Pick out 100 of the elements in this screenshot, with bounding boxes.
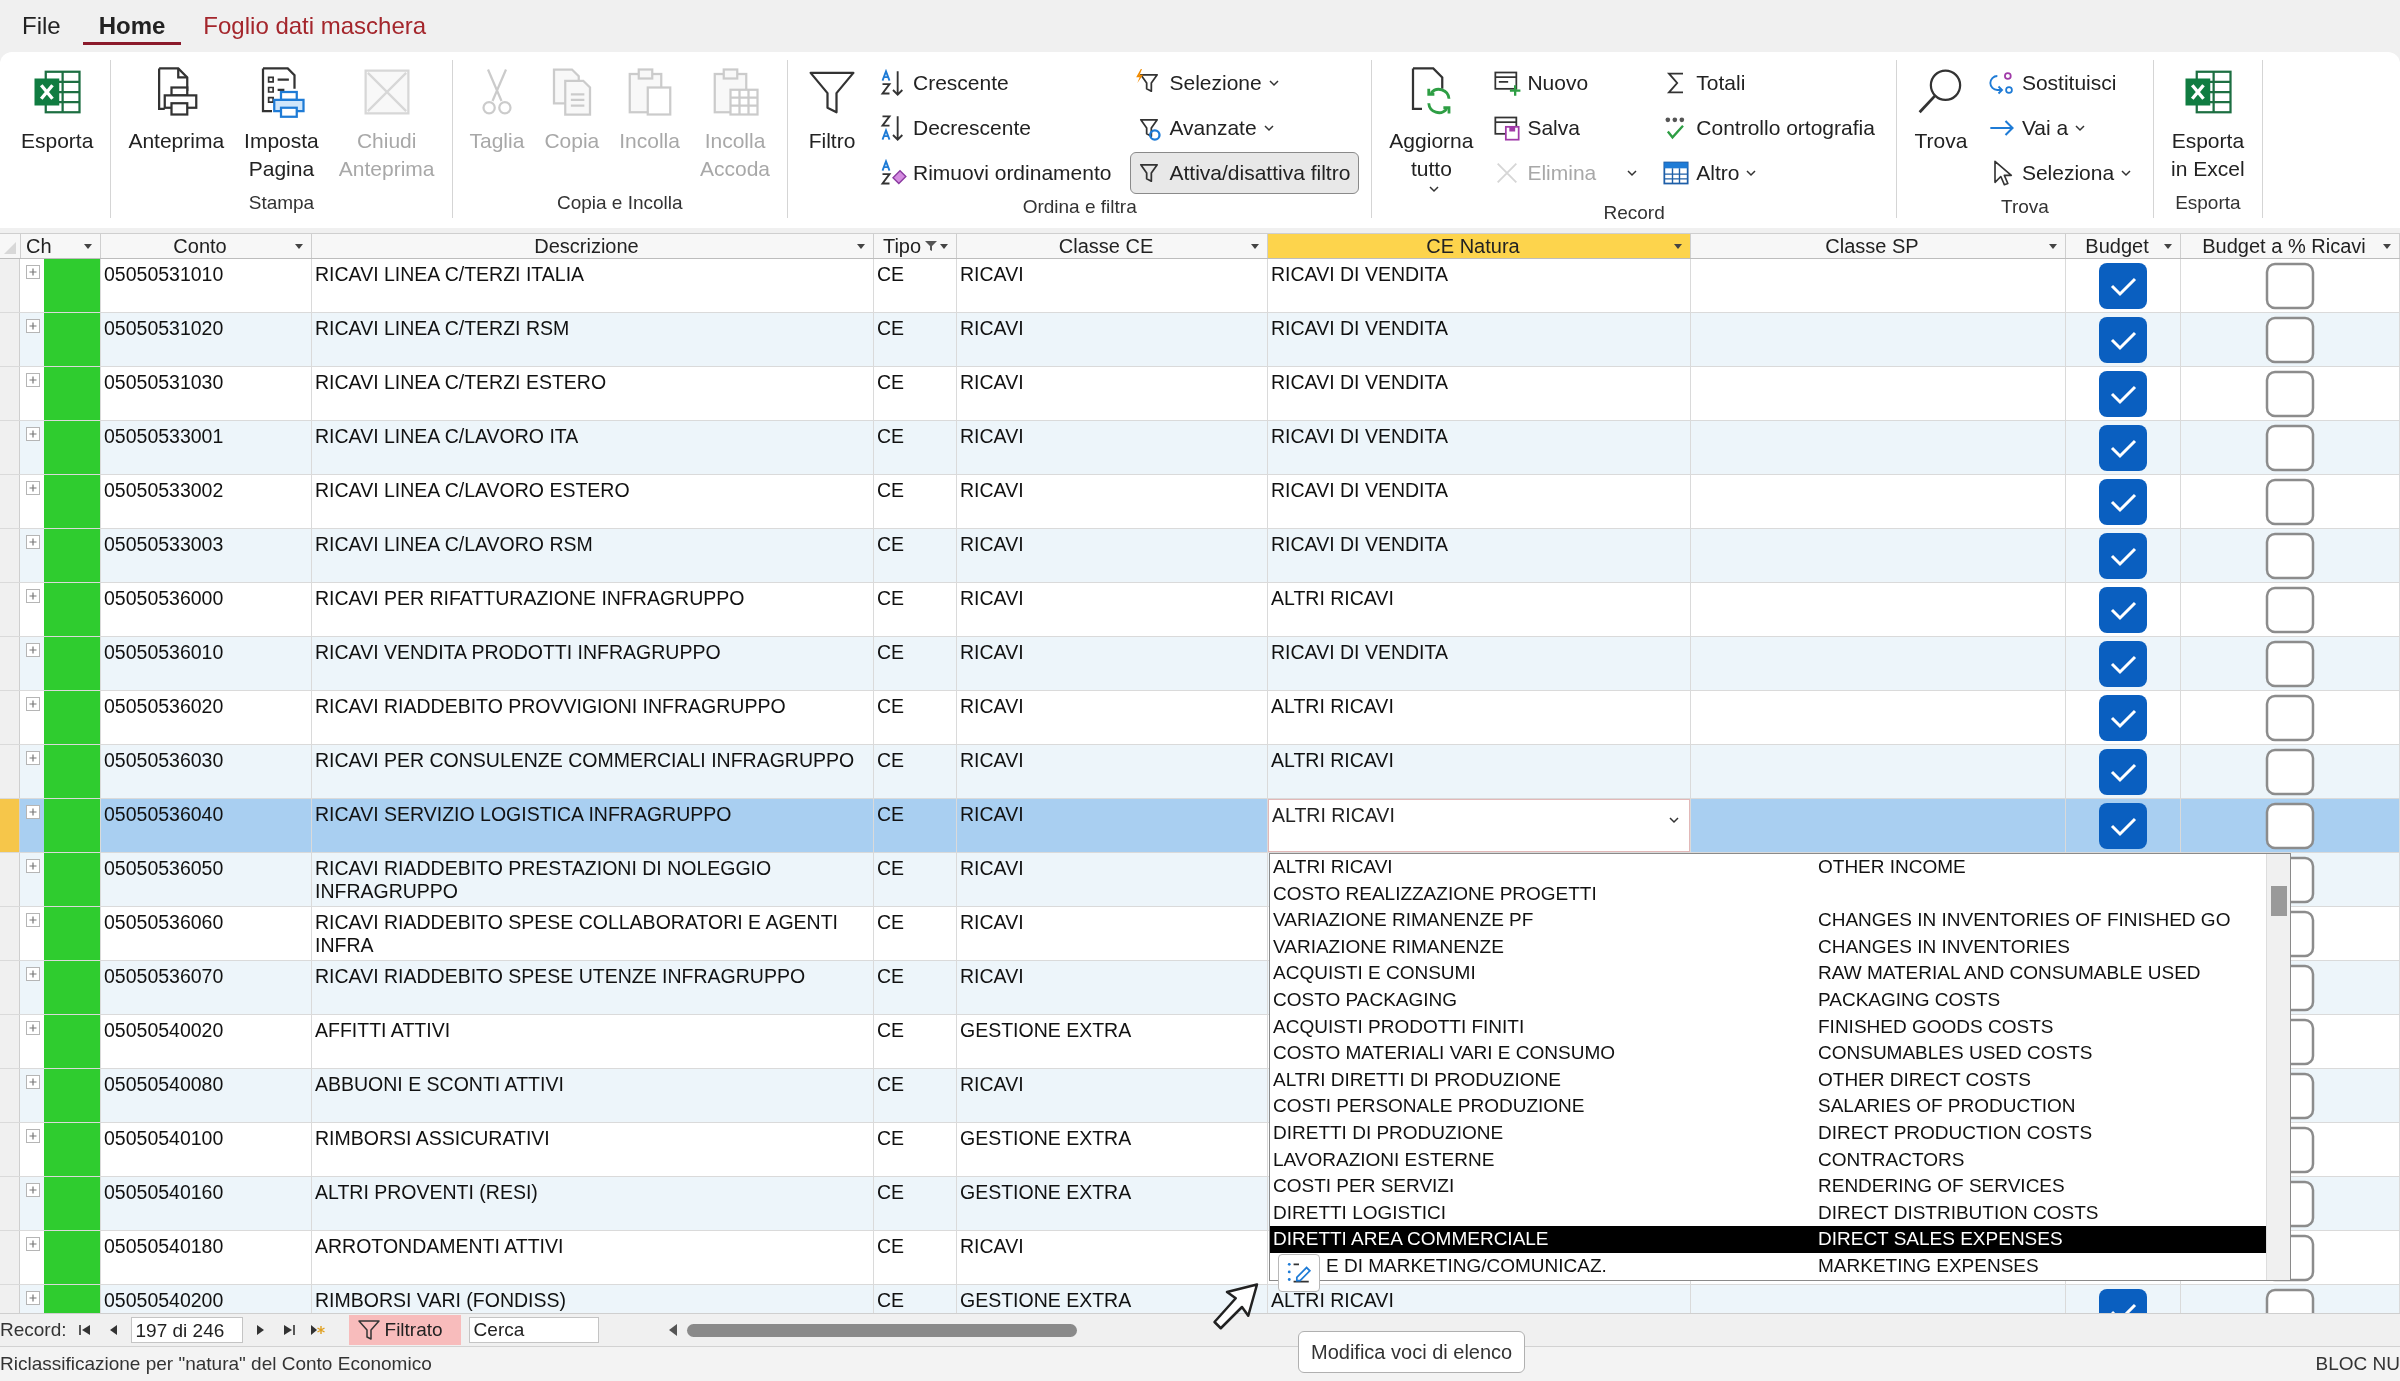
menu-tab[interactable]: File [6, 7, 77, 45]
expand-icon[interactable] [26, 643, 40, 657]
ribbon-button[interactable]: Sostituisci [1982, 62, 2126, 104]
table-row[interactable]: 05050536020 RICAVI RIADDEBITO PROVVIGIONI INFRAGRUPPO CE RICAVI ALTRI RICAVI [0, 691, 2400, 745]
ribbon-button[interactable]: Salva [1488, 107, 1589, 149]
row-selector[interactable] [0, 1177, 20, 1230]
list-option[interactable]: ALTRI RICAVI OTHER INCOME [1270, 854, 2266, 881]
ribbon-button[interactable]: Trova [1908, 60, 1973, 194]
row-selector[interactable] [0, 1015, 20, 1068]
table-row[interactable]: 05050536000 RICAVI PER RIFATTURAZIONE INFRAGRUPPO CE RICAVI ALTRI RICAVI [0, 583, 2400, 637]
list-option[interactable]: DIRETTI LOGISTICI DIRECT DISTRIBUTION COSTS [1270, 1199, 2266, 1227]
table-row[interactable]: 05050531010 RICAVI LINEA C/TERZI ITALIA CE RICAVI RICAVI DI VENDITA [0, 259, 2400, 313]
expand-icon[interactable] [26, 967, 40, 981]
list-option[interactable]: E DI MARKETING/COMUNICAZ. MARKETING EXPENSES [1270, 1252, 2266, 1280]
row-selector[interactable] [0, 583, 20, 636]
row-selector[interactable] [0, 529, 20, 582]
row-selector[interactable] [0, 853, 20, 906]
table-row[interactable]: 05050531030 RICAVI LINEA C/TERZI ESTERO CE RICAVI RICAVI DI VENDITA [0, 367, 2400, 421]
list-option[interactable]: ALTRI DIRETTI DI PRODUZIONE OTHER DIRECT COSTS [1270, 1066, 2266, 1094]
row-selector[interactable] [0, 475, 20, 528]
menu-tab[interactable]: Home [82, 7, 182, 45]
checkbox[interactable] [2264, 640, 2316, 688]
column-header[interactable]: Tipo [874, 234, 957, 258]
ribbon-button[interactable]: Decrescente [874, 107, 1040, 149]
ribbon-button[interactable]: Totali [1657, 62, 1755, 104]
row-selector[interactable] [0, 961, 20, 1014]
checkbox[interactable] [2097, 802, 2149, 850]
row-selector[interactable] [0, 637, 20, 690]
expand-icon[interactable] [26, 535, 40, 549]
checkbox[interactable] [2097, 694, 2149, 742]
filter-toggle[interactable]: Filtrato [348, 1315, 461, 1345]
row-selector[interactable] [0, 259, 20, 312]
expand-icon[interactable] [26, 1237, 40, 1251]
edit-list-button[interactable] [1278, 1254, 1320, 1292]
column-header[interactable]: Descrizione [312, 234, 874, 258]
expand-icon[interactable] [26, 697, 40, 711]
checkbox[interactable] [2097, 640, 2149, 688]
checkbox[interactable] [2264, 748, 2316, 796]
ribbon-button[interactable]: Attiva/disattiva filtro [1130, 152, 1360, 194]
expand-icon[interactable] [26, 1021, 40, 1035]
checkbox[interactable] [2097, 748, 2149, 796]
expand-icon[interactable] [26, 1129, 40, 1143]
expand-icon[interactable] [26, 589, 40, 603]
expand-icon[interactable] [26, 1291, 40, 1305]
table-row[interactable]: 05050536040 RICAVI SERVIZIO LOGISTICA INFRAGRUPPO CE RICAVI ALTRI RICAVI [0, 799, 2400, 853]
checkbox[interactable] [2264, 262, 2316, 310]
row-selector[interactable] [0, 907, 20, 960]
record-number-field[interactable]: 197 di 246 [130, 1317, 243, 1343]
expand-icon[interactable] [26, 751, 40, 765]
expand-icon[interactable] [26, 373, 40, 387]
checkbox[interactable] [2097, 370, 2149, 418]
row-selector[interactable] [0, 367, 20, 420]
table-row[interactable]: 05050540200 RIMBORSI VARI (FONDISS) CE GESTIONE EXTRA ALTRI RICAVI [0, 1285, 2400, 1313]
checkbox[interactable] [2097, 532, 2149, 580]
list-option[interactable]: VARIAZIONE RIMANENZE PF CHANGES IN INVENTORIES OF FINISHED GO [1270, 907, 2266, 934]
list-option[interactable]: COSTO PACKAGING PACKAGING COSTS [1270, 986, 2266, 1014]
checkbox[interactable] [2264, 694, 2316, 742]
checkbox[interactable] [2097, 424, 2149, 472]
expand-icon[interactable] [26, 481, 40, 495]
list-option[interactable]: DIRETTI AREA COMMERCIALE DIRECT SALES EXPENSES [1270, 1226, 2266, 1253]
checkbox[interactable] [2264, 802, 2316, 850]
row-selector[interactable] [0, 1231, 20, 1284]
checkbox[interactable] [2264, 424, 2316, 472]
row-selector[interactable] [0, 1069, 20, 1122]
table-row[interactable]: 05050536030 RICAVI PER CONSULENZE COMMERCIALI INFRAGRUPPO CE RICAVI ALTRI RICAVI [0, 745, 2400, 799]
expand-icon[interactable] [26, 859, 40, 873]
ribbon-button[interactable]: Controllo ortografia [1657, 107, 1884, 149]
ribbon-button[interactable]: Selezione [1130, 62, 1289, 104]
ribbon-button[interactable]: Crescente [874, 62, 1018, 104]
scrollbar[interactable] [2266, 854, 2290, 1280]
ribbon-button[interactable]: Vai a [1982, 107, 2096, 149]
expand-icon[interactable] [26, 427, 40, 441]
list-option[interactable]: VARIAZIONE RIMANENZE CHANGES IN INVENTORIES [1270, 933, 2266, 961]
column-header[interactable]: Budget a % Ricavi [2181, 234, 2400, 258]
column-header[interactable]: Ch [20, 234, 101, 258]
list-option[interactable]: LAVORAZIONI ESTERNE CONTRACTORS [1270, 1146, 2266, 1174]
ribbon-button[interactable]: Esporta [16, 60, 99, 218]
row-selector[interactable] [0, 1123, 20, 1176]
ribbon-button[interactable]: Anteprima [123, 60, 230, 190]
list-option[interactable]: COSTI PERSONALE PRODUZIONE SALARIES OF PRODUCTION [1270, 1093, 2266, 1120]
expand-icon[interactable] [26, 1075, 40, 1089]
list-option[interactable]: COSTO REALIZZAZIONE PROGETTI [1270, 880, 2266, 908]
ribbon-button[interactable]: Aggiorna tutto [1384, 60, 1479, 200]
checkbox[interactable] [2264, 532, 2316, 580]
expand-icon[interactable] [26, 265, 40, 279]
row-selector[interactable] [0, 421, 20, 474]
combo-box[interactable]: ALTRI RICAVI [1268, 799, 1690, 852]
table-row[interactable]: 05050533002 RICAVI LINEA C/LAVORO ESTERO CE RICAVI RICAVI DI VENDITA [0, 475, 2400, 529]
dropdown-list[interactable] [1269, 853, 2291, 1281]
checkbox[interactable] [2264, 370, 2316, 418]
ribbon-button[interactable]: Filtro [800, 60, 864, 194]
ribbon-button[interactable]: Avanzate [1130, 107, 1284, 149]
expand-icon[interactable] [26, 805, 40, 819]
table-row[interactable]: 05050533003 RICAVI LINEA C/LAVORO RSM CE RICAVI RICAVI DI VENDITA [0, 529, 2400, 583]
ribbon-button[interactable]: Nuovo [1488, 62, 1598, 104]
column-header[interactable]: Budget [2066, 234, 2181, 258]
checkbox[interactable] [2097, 316, 2149, 364]
ribbon-button[interactable]: Imposta Pagina [239, 60, 324, 190]
row-selector[interactable] [0, 745, 20, 798]
ribbon-button[interactable]: Esporta in Excel [2166, 60, 2250, 190]
